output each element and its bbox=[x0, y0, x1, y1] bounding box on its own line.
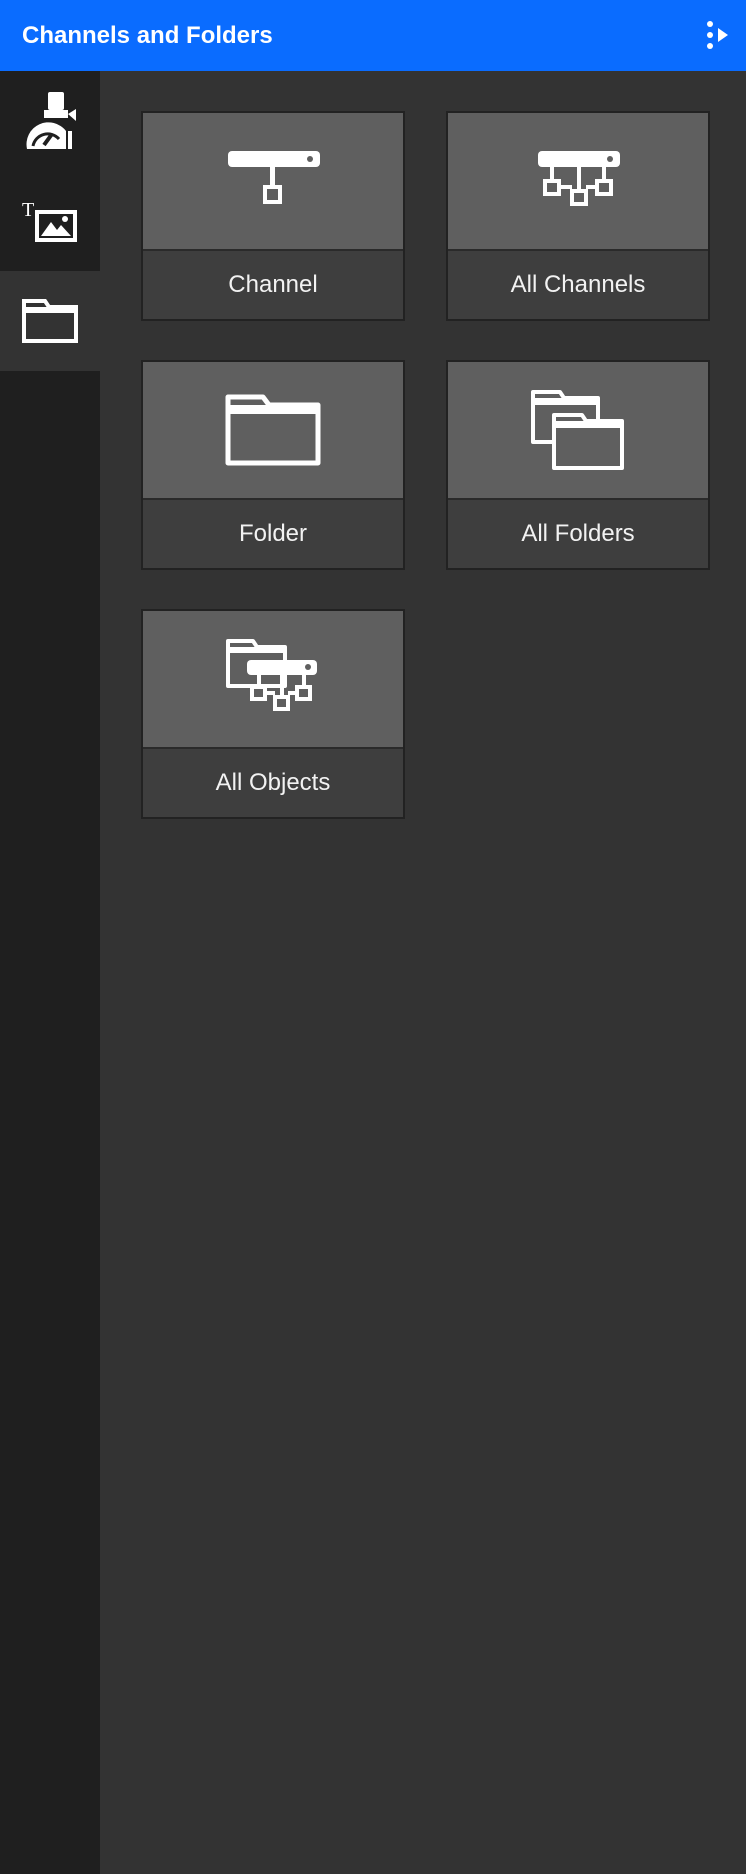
tile-label: All Objects bbox=[143, 747, 403, 817]
tile-all-channels[interactable]: All Channels bbox=[446, 111, 710, 321]
tiles-panel: Channel All Channels Folder All Folders … bbox=[100, 71, 746, 1874]
sidebar-item-text-image[interactable]: T bbox=[0, 171, 100, 271]
folder-icon bbox=[22, 299, 78, 343]
panel-header: Channels and Folders bbox=[0, 0, 746, 71]
tile-label: All Folders bbox=[448, 498, 708, 568]
tile-all-folders[interactable]: All Folders bbox=[446, 360, 710, 570]
tile-channel[interactable]: Channel bbox=[141, 111, 405, 321]
tile-folder[interactable]: Folder bbox=[141, 360, 405, 570]
channel-icon bbox=[228, 151, 320, 204]
all-folders-icon bbox=[531, 390, 624, 470]
tile-all-objects[interactable]: All Objects bbox=[141, 609, 405, 819]
text-image-icon: T bbox=[22, 199, 77, 242]
app-window: Channels and Folders T Channel All Chann… bbox=[0, 0, 746, 1874]
sidebar-item-folders[interactable] bbox=[0, 271, 100, 371]
more-vertical-play-icon[interactable] bbox=[704, 18, 734, 52]
sidebar-item-painter[interactable] bbox=[0, 71, 100, 171]
painter-dashboard-icon bbox=[26, 92, 76, 149]
tile-label: All Channels bbox=[448, 249, 708, 319]
tile-label: Channel bbox=[143, 249, 403, 319]
sidebar: T bbox=[0, 71, 100, 1874]
panel-title: Channels and Folders bbox=[22, 21, 273, 49]
tile-label: Folder bbox=[143, 498, 403, 568]
all-channels-icon bbox=[538, 151, 620, 206]
folder-icon bbox=[225, 394, 321, 466]
all-objects-icon bbox=[226, 639, 317, 711]
svg-text:T: T bbox=[22, 199, 34, 221]
